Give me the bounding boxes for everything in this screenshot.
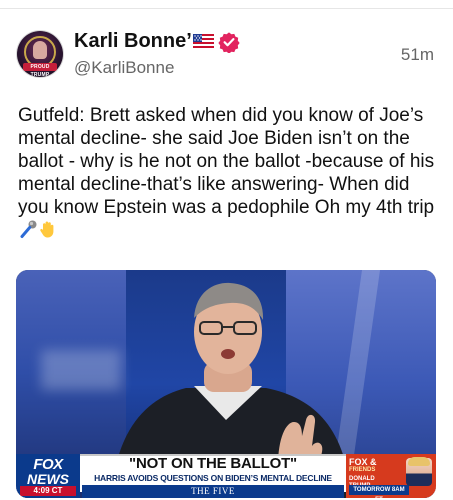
raised-hand-icon [40,221,54,238]
top-divider [0,8,453,9]
us-flag-icon [193,34,214,49]
avatar-figure [33,41,47,59]
fox-logo-line2: NEWS [27,471,69,487]
promo-guest-hair [408,457,430,466]
promo-schedule: TOMORROW 8AM ET [349,485,409,498]
promo-brand: FOX & [349,457,377,467]
author-handle[interactable]: @KarliBonne [74,58,174,78]
fox-and-friends-promo: FOX & FRIENDS DONALD TRUMP TOMORROW 8AM … [346,454,436,498]
post-body: Gutfeld: Brett asked when did you know o… [18,104,443,242]
verified-badge-icon [218,32,240,53]
chyron-subhead: HARRIS AVOIDS QUESTIONS ON BIDEN’S MENTA… [94,473,332,483]
author-display-name[interactable]: Karli Bonne’ [74,30,192,53]
microphone-icon [20,220,37,238]
promo-brand-line2: FRIENDS [349,467,376,473]
fox-news-logo: FOX NEWS 4:09 CT [16,454,80,498]
post-timestamp[interactable]: 51m [401,45,434,65]
broadcast-time: 4:09 CT [20,486,76,496]
avatar[interactable]: PROUD TRUMP [17,31,63,77]
show-name: THE FIVE [82,485,344,498]
video-thumbnail[interactable]: FOX NEWS 4:09 CT "NOT ON THE BALLOT" HAR… [16,270,436,498]
post-body-text: Gutfeld: Brett asked when did you know o… [18,105,435,218]
avatar-banner-text: PROUD TRUMP [23,63,57,77]
chyron-headline: "NOT ON THE BALLOT" [129,455,297,472]
